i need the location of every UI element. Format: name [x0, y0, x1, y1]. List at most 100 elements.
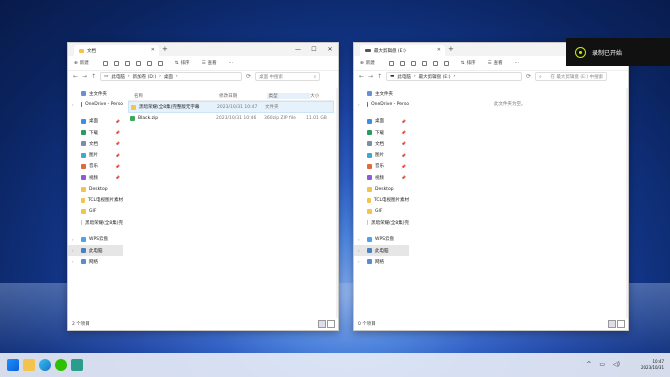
rename-icon[interactable] [135, 60, 141, 66]
refresh-button[interactable]: ⟳ [246, 73, 251, 80]
sidebar-item-wps[interactable]: › WPS云盘 [354, 234, 409, 245]
sidebar-item-tcl[interactable]: TCL电视图片素材 [354, 195, 409, 206]
view-button[interactable]: ☰ 查看 [202, 60, 217, 67]
tiles-view-button[interactable] [327, 320, 335, 328]
new-tab-button[interactable]: + [448, 45, 454, 53]
file-explorer-icon[interactable] [23, 359, 35, 371]
close-tab-icon[interactable]: ✕ [151, 47, 155, 53]
column-type[interactable]: 类型 [266, 92, 311, 99]
sidebar-item-desktop-folder[interactable]: Desktop [68, 183, 123, 194]
sort-button[interactable]: ⇅ 排序 [461, 60, 476, 67]
share-icon[interactable] [432, 60, 438, 66]
up-icon[interactable]: ↑ [91, 73, 96, 80]
sidebar-item-pictures[interactable]: 图片 📌 [354, 149, 409, 160]
delete-icon[interactable] [157, 60, 163, 66]
sidebar-item-videos[interactable]: 视频 📌 [354, 172, 409, 183]
file-row[interactable]: 黑暗荣耀(全8集)完整版无字幕 2023/10/31 10:47 文件夹 [128, 101, 334, 113]
chevron-up-icon[interactable]: ^ [586, 361, 591, 368]
breadcrumb-1[interactable]: 新加卷 (D:) [133, 74, 156, 80]
chevron-right-icon[interactable]: › [72, 259, 74, 264]
chevron-right-icon[interactable]: › [358, 259, 360, 264]
minimize-button[interactable]: — [290, 43, 306, 56]
details-view-button[interactable] [608, 320, 616, 328]
wechat-icon[interactable] [55, 359, 67, 371]
sidebar-item-desktop[interactable]: 桌面 📌 [354, 116, 409, 127]
sidebar-item-this-pc[interactable]: › 此电脑 [354, 244, 409, 257]
share-icon[interactable] [146, 60, 152, 66]
sidebar-item-home[interactable]: 主文件夹 [68, 88, 123, 99]
copy-icon[interactable] [113, 60, 119, 66]
details-view-button[interactable] [318, 320, 326, 328]
chevron-right-icon[interactable]: › [358, 102, 360, 107]
volume-icon[interactable]: ◁) [613, 361, 620, 368]
sidebar-item-network[interactable]: › 网络 [354, 256, 409, 267]
tiles-view-button[interactable] [617, 320, 625, 328]
scrollbar[interactable] [336, 88, 338, 318]
chevron-right-icon[interactable]: › [72, 102, 74, 107]
forward-icon[interactable]: → [368, 73, 373, 80]
forward-icon[interactable]: → [82, 73, 87, 80]
cut-icon[interactable] [102, 60, 108, 66]
sidebar-item-downloads[interactable]: 下载 📌 [68, 127, 123, 138]
delete-icon[interactable] [443, 60, 449, 66]
back-icon[interactable]: ← [73, 73, 78, 80]
explorer-window-left[interactable]: 文档 ✕ + — ☐ ✕ ⊕新建 ⇅排序 ☰查看 ··· ← → ↑ ⟳ ▭ 此… [67, 42, 339, 331]
sidebar-item-videos[interactable]: 视频 📌 [68, 172, 123, 183]
address-bar[interactable]: ▭ 此电脑 › 新加卷 (D:) › 桌面 › [100, 72, 243, 81]
column-date[interactable]: 修改日期 [219, 93, 267, 99]
clock[interactable]: 10:47 2023/10/31 [641, 359, 664, 371]
screen-recorder-icon[interactable] [71, 359, 83, 371]
start-icon[interactable] [7, 359, 19, 371]
sidebar-item-drama[interactable]: 黑暗荣耀(全8集)完 [68, 217, 123, 228]
address-bar[interactable]: ▬ 此电脑 › 最大剪辑盘 (E:) › [386, 72, 523, 81]
title-bar[interactable]: 文档 ✕ + — ☐ ✕ [68, 43, 338, 56]
file-row[interactable]: Black.zip 2023/10/31 10:46 360zip ZIP fi… [128, 113, 334, 123]
chevron-right-icon[interactable]: › [358, 248, 360, 253]
sidebar-item-desktop-folder[interactable]: Desktop [354, 183, 409, 194]
scrollbar[interactable] [626, 88, 628, 318]
sidebar-item-documents[interactable]: 文档 📌 [68, 138, 123, 149]
breadcrumb-2[interactable]: 桌面 [164, 74, 173, 80]
sidebar-item-gif[interactable]: GIF [68, 206, 123, 217]
more-button[interactable]: ··· [229, 61, 233, 66]
column-size[interactable]: 大小 [310, 93, 334, 99]
edge-browser-icon[interactable] [39, 359, 51, 371]
cut-icon[interactable] [388, 60, 394, 66]
close-window-button[interactable]: ✕ [322, 43, 338, 56]
sidebar-item-music[interactable]: 音乐 📌 [68, 161, 123, 172]
new-button[interactable]: ⊕ 新建 [360, 60, 375, 67]
copy-icon[interactable] [399, 60, 405, 66]
sidebar-item-wps[interactable]: › WPS云盘 [68, 234, 123, 245]
rename-icon[interactable] [421, 60, 427, 66]
tab-drive-e[interactable]: 最大剪辑盘 (E:) ✕ [360, 45, 445, 56]
close-tab-icon[interactable]: ✕ [437, 47, 441, 53]
sidebar-item-onedrive[interactable]: › OneDrive - Perso [68, 99, 123, 110]
search-box[interactable]: ⌕ 在 最大剪辑盘 (E:) 中搜索 [535, 72, 608, 81]
network-icon[interactable]: ▭ [599, 361, 605, 368]
new-tab-button[interactable]: + [162, 45, 168, 53]
more-button[interactable]: ··· [515, 61, 519, 66]
back-icon[interactable]: ← [359, 73, 364, 80]
sidebar-item-home[interactable]: 主文件夹 [354, 88, 409, 99]
sidebar-item-pictures[interactable]: 图片 📌 [68, 149, 123, 160]
tab-documents[interactable]: 文档 ✕ [74, 45, 159, 56]
sidebar-item-documents[interactable]: 文档 📌 [354, 138, 409, 149]
sidebar-item-drama[interactable]: 黑暗荣耀(全8集)完 [354, 217, 409, 228]
chevron-right-icon[interactable]: › [72, 237, 74, 242]
sidebar-item-onedrive[interactable]: › OneDrive - Perso [354, 99, 409, 110]
sidebar-item-tcl[interactable]: TCL电视图片素材 [68, 195, 123, 206]
sort-button[interactable]: ⇅ 排序 [175, 60, 190, 67]
breadcrumb-0[interactable]: 此电脑 [111, 74, 125, 80]
column-name[interactable]: 名称 [128, 93, 219, 99]
chevron-right-icon[interactable]: › [72, 248, 74, 253]
new-button[interactable]: ⊕ 新建 [74, 60, 89, 67]
up-icon[interactable]: ↑ [377, 73, 382, 80]
view-button[interactable]: ☰ 查看 [488, 60, 503, 67]
paste-icon[interactable] [410, 60, 416, 66]
search-box[interactable]: 桌面 中搜索 ⌕ [255, 72, 321, 81]
sidebar-item-this-pc[interactable]: › 此电脑 [68, 244, 123, 257]
sidebar-item-music[interactable]: 音乐 📌 [354, 161, 409, 172]
breadcrumb-1[interactable]: 最大剪辑盘 (E:) [419, 74, 451, 80]
sidebar-item-network[interactable]: › 网络 [68, 256, 123, 267]
sidebar-item-downloads[interactable]: 下载 📌 [354, 127, 409, 138]
